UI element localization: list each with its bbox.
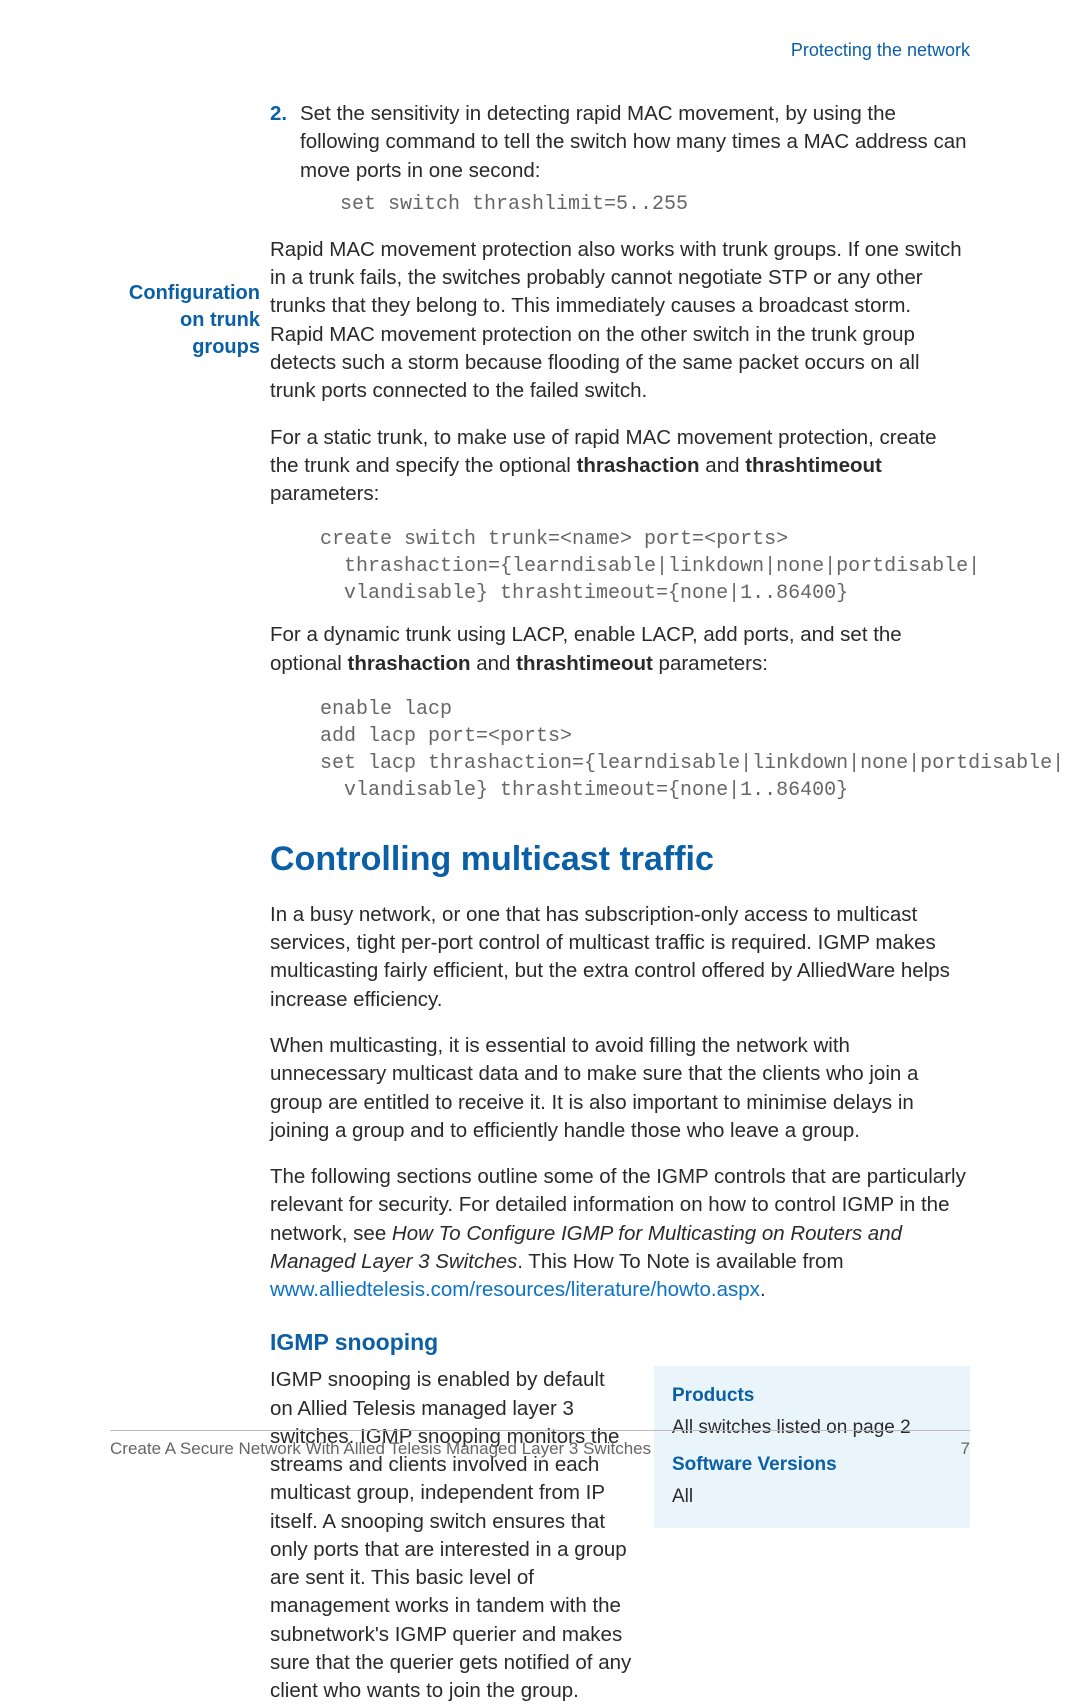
text: parameters:	[653, 652, 768, 675]
code-static-trunk: create switch trunk=<name> port=<ports> …	[320, 526, 970, 607]
bold-thrashaction: thrashaction	[348, 652, 471, 675]
text: . This How To Note is available from	[517, 1250, 843, 1273]
config-paragraph-2: For a static trunk, to make use of rapid…	[270, 424, 970, 509]
info-products-heading: Products	[672, 1382, 952, 1410]
page-number: 7	[961, 1439, 970, 1459]
code-set-thrashlimit: set switch thrashlimit=5..255	[340, 191, 970, 218]
multicast-paragraph-2: When multicasting, it is essential to av…	[270, 1032, 970, 1145]
text: parameters:	[270, 482, 379, 505]
step-text: Set the sensitivity in detecting rapid M…	[300, 102, 967, 182]
step-number: 2.	[270, 100, 300, 232]
code-dynamic-trunk: enable lacp add lacp port=<ports> set la…	[320, 696, 970, 804]
config-paragraph-3: For a dynamic trunk using LACP, enable L…	[270, 621, 970, 678]
heading-controlling-multicast: Controlling multicast traffic	[270, 836, 970, 883]
config-paragraph-1: Rapid MAC movement protection also works…	[270, 236, 970, 406]
footer-title: Create A Secure Network With Allied Tele…	[110, 1439, 651, 1459]
bold-thrashtimeout: thrashtimeout	[516, 652, 653, 675]
page-footer: Create A Secure Network With Allied Tele…	[110, 1430, 970, 1459]
bold-thrashtimeout: thrashtimeout	[745, 454, 882, 477]
link-alliedtelesis[interactable]: www.alliedtelesis.com/resources/literatu…	[270, 1278, 760, 1301]
text: and	[471, 652, 517, 675]
multicast-paragraph-1: In a busy network, or one that has subsc…	[270, 901, 970, 1014]
side-label-configuration: Configuration on trunk groups	[110, 280, 260, 361]
text: .	[760, 1278, 766, 1301]
snooping-paragraph: IGMP snooping is enabled by default on A…	[270, 1366, 632, 1705]
step-2: 2. Set the sensitivity in detecting rapi…	[270, 100, 970, 232]
heading-igmp-snooping: IGMP snooping	[270, 1327, 970, 1359]
info-versions-body: All	[672, 1483, 952, 1511]
text: and	[700, 454, 746, 477]
bold-thrashaction: thrashaction	[577, 454, 700, 477]
multicast-paragraph-3: The following sections outline some of t…	[270, 1163, 970, 1304]
page-header-right: Protecting the network	[791, 40, 970, 61]
